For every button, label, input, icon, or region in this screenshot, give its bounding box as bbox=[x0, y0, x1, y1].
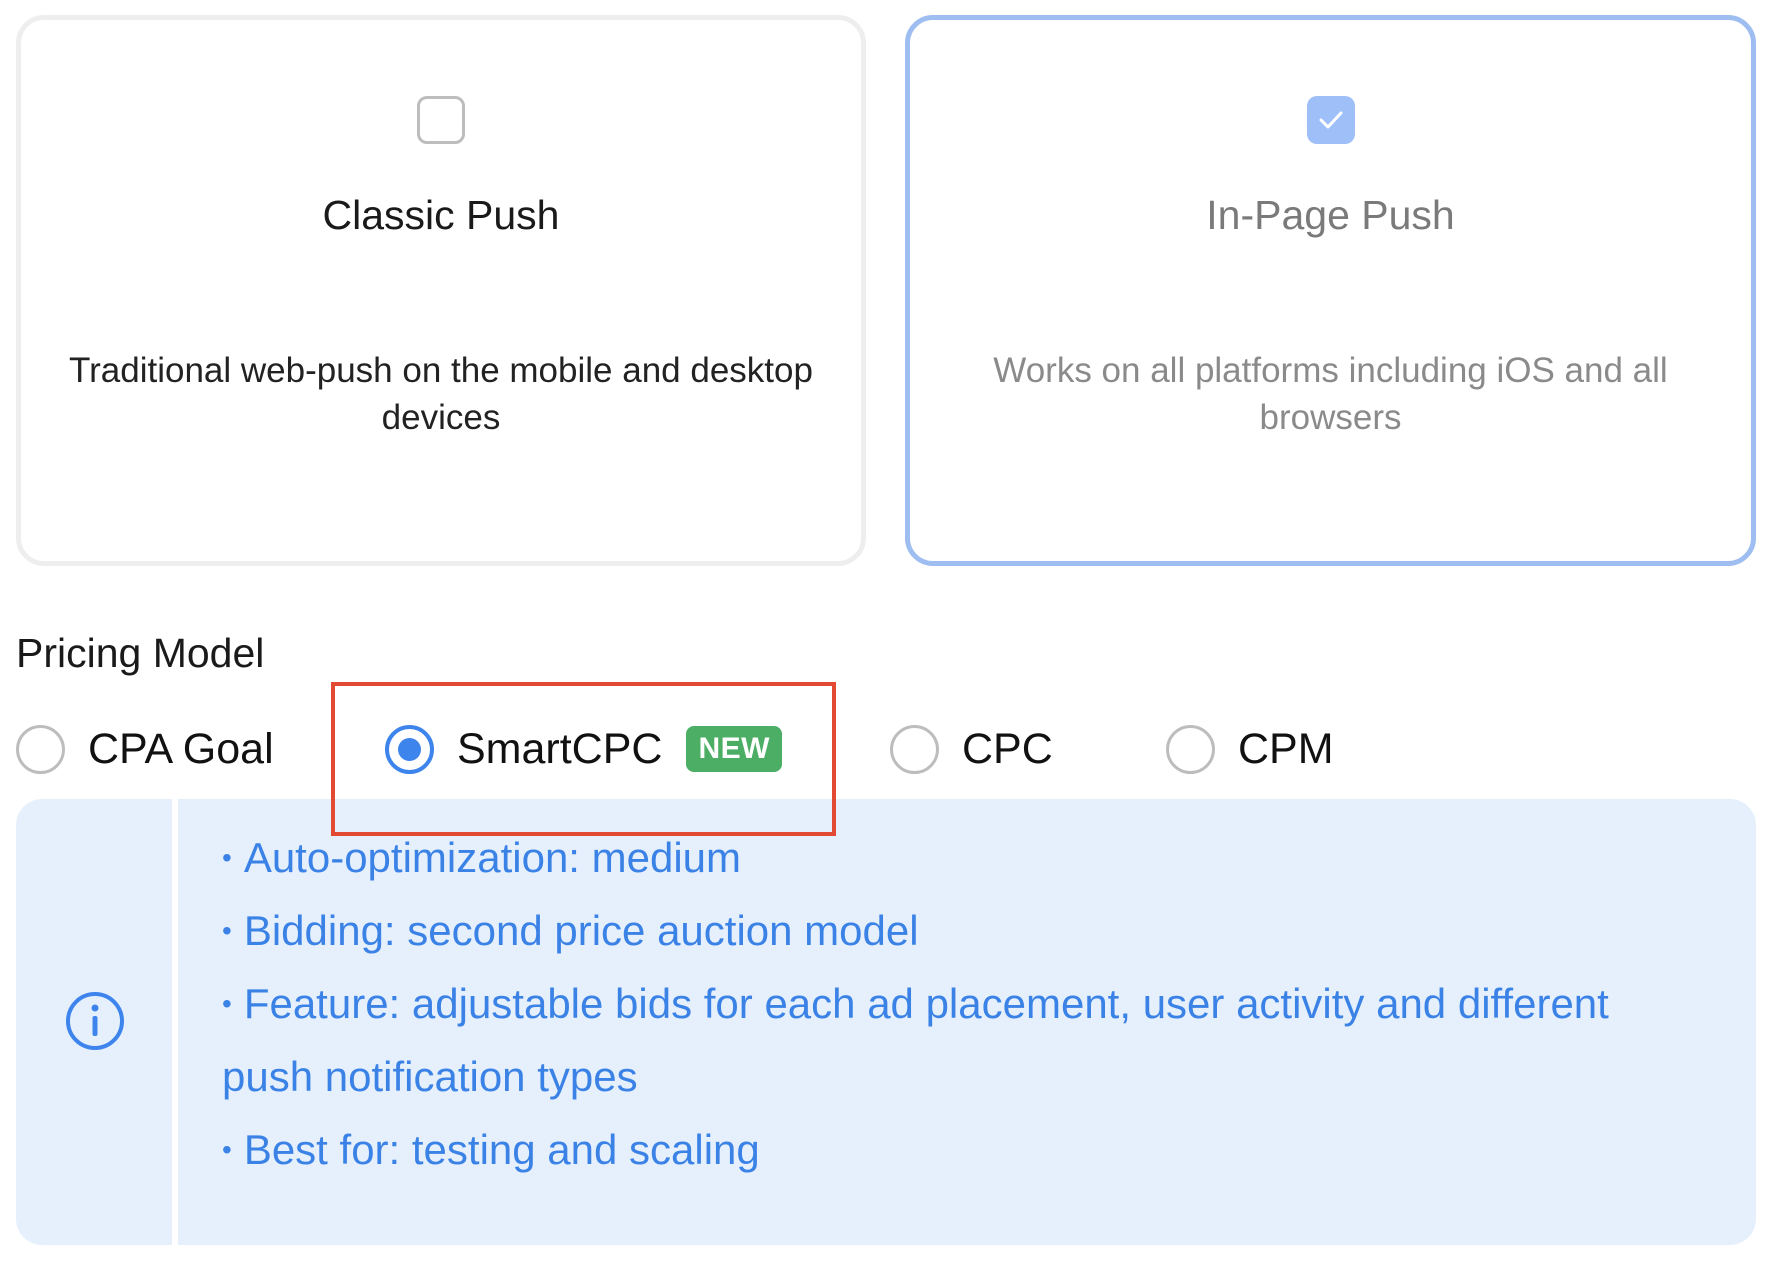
cpa-goal-label: CPA Goal bbox=[88, 725, 274, 773]
cpm-radio[interactable] bbox=[1166, 724, 1215, 774]
pricing-option-cpa-goal[interactable]: CPA Goal bbox=[16, 723, 274, 775]
pricing-option-cpm[interactable]: CPM bbox=[1166, 723, 1334, 775]
bullet: • bbox=[222, 1134, 232, 1165]
bullet: • bbox=[222, 915, 232, 946]
in-page-push-checkbox[interactable] bbox=[1306, 96, 1355, 144]
classic-push-description: Traditional web-push on the mobile and d… bbox=[69, 351, 813, 437]
pricing-info-list: • Auto-optimization: medium • Bidding: sec… bbox=[222, 821, 1656, 1186]
pricing-model-heading: Pricing Model bbox=[16, 630, 265, 676]
checkmark-icon bbox=[1319, 111, 1342, 129]
classic-push-title: Classic Push bbox=[322, 192, 560, 238]
pricing-option-cpc[interactable]: CPC bbox=[890, 723, 1053, 775]
info-item-bidding: • Bidding: second price auction model bbox=[222, 894, 1656, 967]
smartcpc-radio[interactable] bbox=[385, 724, 434, 774]
info-item-best-for: • Best for: testing and scaling bbox=[222, 1113, 1656, 1186]
classic-push-checkbox[interactable] bbox=[417, 96, 465, 144]
classic-push-card[interactable]: Classic Push Traditional web-push on the… bbox=[16, 15, 866, 566]
cpm-label: CPM bbox=[1238, 725, 1334, 773]
pricing-info-panel: • Auto-optimization: medium • Bidding: sec… bbox=[16, 799, 1756, 1245]
info-item-auto-optimization: • Auto-optimization: medium bbox=[222, 821, 1656, 894]
cpc-label: CPC bbox=[962, 725, 1053, 773]
bullet: • bbox=[222, 988, 232, 1019]
bullet: • bbox=[222, 842, 232, 873]
smartcpc-label: SmartCPC bbox=[457, 725, 663, 773]
info-divider bbox=[172, 799, 178, 1245]
in-page-push-card[interactable]: In-Page Push Works on all platforms incl… bbox=[905, 15, 1756, 566]
cpc-radio[interactable] bbox=[890, 724, 939, 774]
in-page-push-title: In-Page Push bbox=[1206, 192, 1455, 238]
info-item-text: Feature: adjustable bids for each ad pla… bbox=[222, 980, 1609, 1100]
pricing-option-smartcpc[interactable]: SmartCPC NEW bbox=[385, 723, 782, 775]
cpa-goal-radio[interactable] bbox=[16, 724, 65, 774]
in-page-push-description: Works on all platforms including iOS and… bbox=[993, 351, 1668, 437]
info-item-text: Best for: testing and scaling bbox=[243, 1126, 760, 1173]
info-item-text: Bidding: second price auction model bbox=[243, 907, 919, 954]
info-circle-icon bbox=[66, 992, 124, 1050]
info-item-text: Auto-optimization: medium bbox=[243, 834, 742, 881]
info-item-feature: • Feature: adjustable bids for each ad pl… bbox=[222, 967, 1656, 1113]
new-badge: NEW bbox=[686, 726, 782, 772]
